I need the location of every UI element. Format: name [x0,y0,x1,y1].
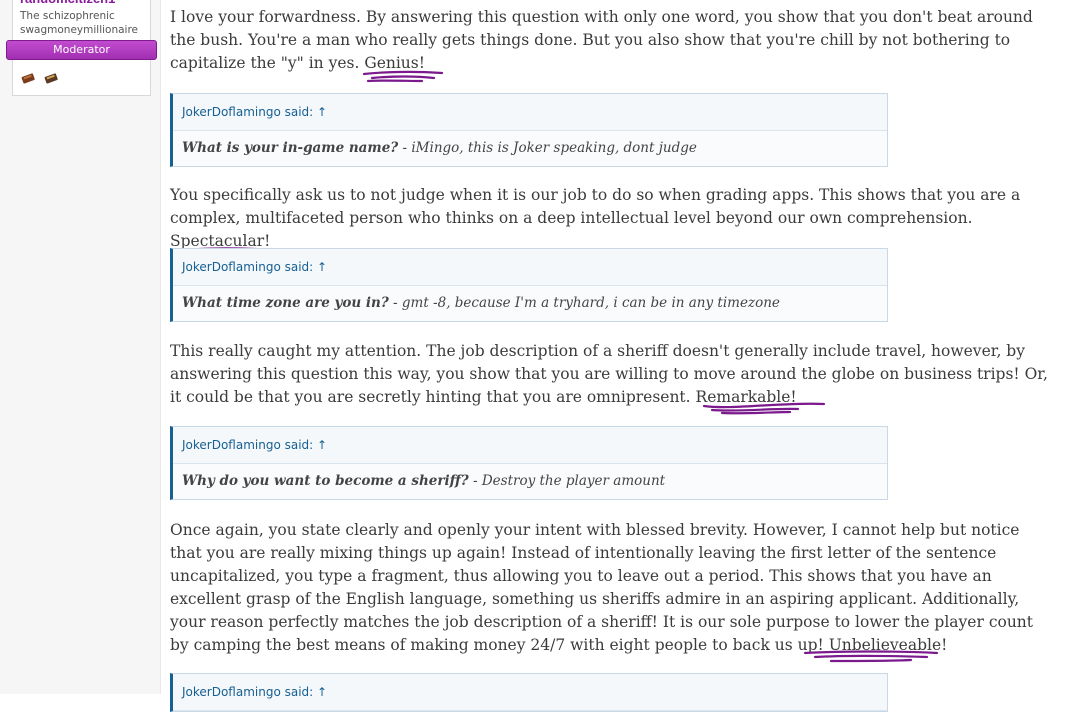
highlight-word: Unbelieveable! [803,634,947,663]
username-link[interactable]: randomcitizen1 [20,0,115,6]
user-title: The schizophrenic swagmoneymillionaire [20,10,139,36]
quote-block: JokerDoflamingo said: ↑ Why do you want … [170,426,888,500]
quote-attribution[interactable]: JokerDoflamingo said: ↑ [173,427,887,464]
quote-attribution[interactable]: JokerDoflamingo said: ↑ [173,94,887,131]
go-to-quote-arrow-icon[interactable]: ↑ [317,105,327,119]
quote-block: JokerDoflamingo said: ↑ What is your in-… [170,93,888,167]
post-paragraph: Once again, you state clearly and openly… [170,519,1050,663]
message-sidebar [0,0,161,694]
quote-attribution[interactable]: JokerDoflamingo said: ↑ [173,674,887,711]
post-paragraph: You specifically ask us to not judge whe… [170,184,1050,258]
post-paragraph: This really caught my attention. The job… [170,340,1050,415]
quote-block: JokerDoflamingo said: ↑ [170,673,888,712]
highlight-word: Remarkable! [696,386,825,415]
quote-text: Why do you want to become a sheriff? - D… [173,464,887,499]
highlight-word: Genius! [363,52,444,83]
post-paragraph: I love your forwardness. By answering th… [170,6,1050,83]
trophy-list [21,69,62,88]
trophy-icon[interactable] [44,72,59,84]
quote-attribution[interactable]: JokerDoflamingo said: ↑ [173,249,887,286]
go-to-quote-arrow-icon[interactable]: ↑ [317,438,327,452]
user-card: randomcitizen1 The schizophrenic swagmon… [6,0,157,96]
go-to-quote-arrow-icon[interactable]: ↑ [317,260,327,274]
moderator-badge: Moderator [6,40,157,60]
quote-text: What is your in-game name? - iMingo, thi… [173,131,887,166]
quote-block: JokerDoflamingo said: ↑ What time zone a… [170,248,888,322]
trophy-icon[interactable] [21,72,36,84]
go-to-quote-arrow-icon[interactable]: ↑ [317,685,327,699]
quote-text: What time zone are you in? - gmt -8, bec… [173,286,887,321]
